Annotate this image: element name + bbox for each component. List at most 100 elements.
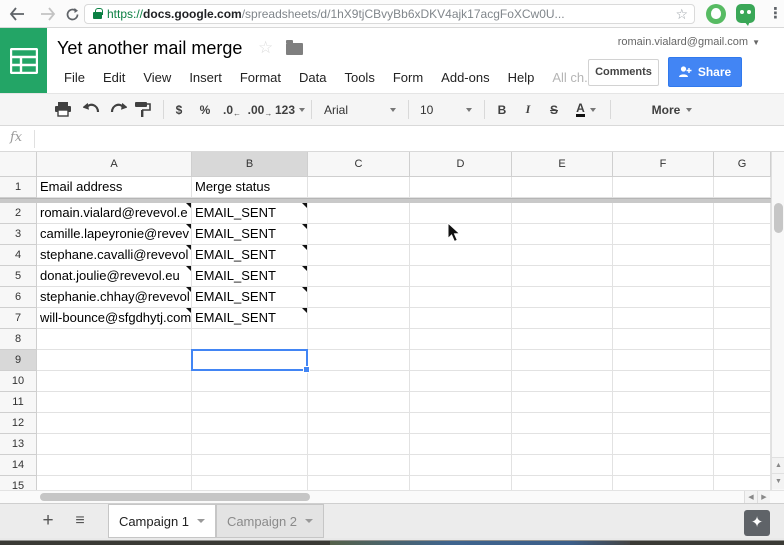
cell-F8[interactable] [613, 329, 714, 350]
row-header-7[interactable]: 7 [0, 308, 37, 329]
vertical-scrollbar-thumb[interactable] [774, 203, 783, 233]
cell-B6[interactable]: EMAIL_SENT [192, 287, 308, 308]
cell-G13[interactable] [714, 434, 771, 455]
menu-form[interactable]: Form [384, 66, 432, 89]
menu-tools[interactable]: Tools [335, 66, 383, 89]
cell-C3[interactable] [308, 224, 410, 245]
font-size-select[interactable]: 10 [414, 94, 478, 125]
cell-E13[interactable] [512, 434, 613, 455]
format-currency-button[interactable]: $ [168, 94, 190, 125]
cell-F9[interactable] [613, 350, 714, 371]
cell-G11[interactable] [714, 392, 771, 413]
extension-icon[interactable] [706, 4, 726, 24]
vertical-scrollbar[interactable]: ▲ ▼ [771, 152, 784, 490]
cell-D11[interactable] [410, 392, 512, 413]
reload-icon[interactable] [62, 4, 82, 24]
cell-F12[interactable] [613, 413, 714, 434]
cell-E6[interactable] [512, 287, 613, 308]
cell-F14[interactable] [613, 455, 714, 476]
cell-C11[interactable] [308, 392, 410, 413]
hangouts-extension-icon[interactable] [736, 4, 755, 26]
cell-E11[interactable] [512, 392, 613, 413]
row-header-15[interactable]: 15 [0, 476, 37, 490]
increase-decimal-button[interactable]: .00 → [246, 94, 274, 125]
cell-E2[interactable] [512, 203, 613, 224]
row-header-1[interactable]: 1 [0, 177, 37, 198]
menu-view[interactable]: View [134, 66, 180, 89]
cell-B13[interactable] [192, 434, 308, 455]
cell-F11[interactable] [613, 392, 714, 413]
row-header-6[interactable]: 6 [0, 287, 37, 308]
cell-F3[interactable] [613, 224, 714, 245]
cell-C6[interactable] [308, 287, 410, 308]
cell-C9[interactable] [308, 350, 410, 371]
column-header-G[interactable]: G [714, 152, 771, 177]
row-header-9[interactable]: 9 [0, 350, 37, 371]
cell-D3[interactable] [410, 224, 512, 245]
cell-G4[interactable] [714, 245, 771, 266]
cell-G5[interactable] [714, 266, 771, 287]
document-title[interactable]: Yet another mail merge [57, 38, 242, 59]
menu-format[interactable]: Format [231, 66, 290, 89]
cell-A1[interactable]: Email address [37, 177, 192, 198]
menu-data[interactable]: Data [290, 66, 335, 89]
cell-C4[interactable] [308, 245, 410, 266]
menu-file[interactable]: File [55, 66, 94, 89]
tab-caret-icon[interactable] [305, 519, 314, 523]
row-header-4[interactable]: 4 [0, 245, 37, 266]
cell-D6[interactable] [410, 287, 512, 308]
cell-A7[interactable]: will-bounce@sfgdhytj.com [37, 308, 192, 329]
cell-G12[interactable] [714, 413, 771, 434]
cell-B15[interactable] [192, 476, 308, 490]
cell-F4[interactable] [613, 245, 714, 266]
column-header-E[interactable]: E [512, 152, 613, 177]
menu-edit[interactable]: Edit [94, 66, 134, 89]
italic-button[interactable]: I [517, 94, 539, 125]
cell-D14[interactable] [410, 455, 512, 476]
cell-G3[interactable] [714, 224, 771, 245]
cell-E10[interactable] [512, 371, 613, 392]
formula-bar[interactable]: fx [0, 126, 784, 152]
row-header-10[interactable]: 10 [0, 371, 37, 392]
bookmark-star-icon[interactable]: ☆ [675, 6, 688, 23]
cell-E1[interactable] [512, 177, 613, 198]
cell-D9[interactable] [410, 350, 512, 371]
cell-F15[interactable] [613, 476, 714, 490]
cell-D12[interactable] [410, 413, 512, 434]
cell-F7[interactable] [613, 308, 714, 329]
cell-B7[interactable]: EMAIL_SENT [192, 308, 308, 329]
cell-G14[interactable] [714, 455, 771, 476]
cell-D8[interactable] [410, 329, 512, 350]
all-sheets-menu-icon[interactable]: ≡ [68, 509, 92, 533]
cell-G8[interactable] [714, 329, 771, 350]
grid-corner[interactable] [0, 152, 37, 177]
cell-B4[interactable]: EMAIL_SENT [192, 245, 308, 266]
cell-C12[interactable] [308, 413, 410, 434]
fill-handle[interactable] [303, 366, 310, 373]
cell-G10[interactable] [714, 371, 771, 392]
print-icon[interactable] [52, 94, 74, 125]
move-folder-icon[interactable] [286, 40, 303, 55]
menu-insert[interactable]: Insert [180, 66, 231, 89]
cell-B2[interactable]: EMAIL_SENT [192, 203, 308, 224]
cell-G6[interactable] [714, 287, 771, 308]
sheet-tab-campaign-1[interactable]: Campaign 1 [108, 504, 216, 538]
cell-E5[interactable] [512, 266, 613, 287]
row-header-8[interactable]: 8 [0, 329, 37, 350]
spreadsheet-grid[interactable]: A B C D E F G 1 2 3 4 5 6 7 8 9 10 11 12 13 14 15 Email addres… [0, 152, 771, 490]
column-header-D[interactable]: D [410, 152, 512, 177]
cell-C15[interactable] [308, 476, 410, 490]
row-header-5[interactable]: 5 [0, 266, 37, 287]
cell-G2[interactable] [714, 203, 771, 224]
sheets-logo-icon[interactable] [0, 28, 47, 93]
cell-G1[interactable] [714, 177, 771, 198]
menu-add-ons[interactable]: Add-ons [432, 66, 498, 89]
cell-G9[interactable] [714, 350, 771, 371]
cell-C2[interactable] [308, 203, 410, 224]
cell-B5[interactable]: EMAIL_SENT [192, 266, 308, 287]
cell-D13[interactable] [410, 434, 512, 455]
cell-D1[interactable] [410, 177, 512, 198]
cell-B12[interactable] [192, 413, 308, 434]
cell-C5[interactable] [308, 266, 410, 287]
cell-D4[interactable] [410, 245, 512, 266]
